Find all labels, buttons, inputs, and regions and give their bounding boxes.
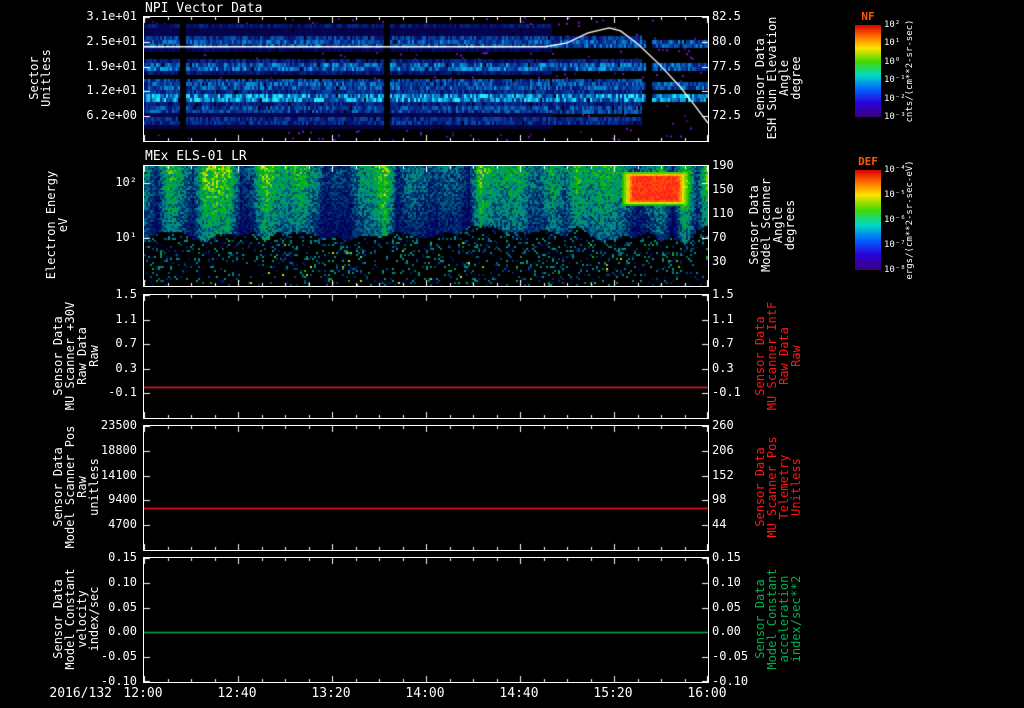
nf-colorbar [855,25,881,117]
colorbar-tick-label: 10⁻⁶ [884,215,906,225]
y-tick-label: 1.2e+01 [86,83,137,98]
colorbar-tick-label: 10² [884,20,901,30]
y-tick-label: 6.2e+00 [86,108,137,123]
def-colorbar-units-label: ergs/(cm**2-sr-sec-eV) [905,160,915,280]
def-colorbar-label: DEF [858,155,878,168]
x-tick-label: 13:20 [311,686,351,701]
els-spectrogram [143,165,709,287]
x-tick-label: 16:00 [687,686,727,701]
def-colorbar [855,170,881,270]
science-plot-stack: NPI Vector Data MEx ELS-01 LR NF DEF cnt… [0,0,1024,708]
nf-colorbar-label: NF [861,10,875,23]
colorbar-tick-label: 10⁻² [884,93,906,104]
model-constant-velocity-line-chart [143,557,709,683]
colorbar-tick-label: 10⁻⁵ [884,190,906,200]
x-tick-label: 14:40 [499,686,539,701]
x-tick-label: 14:00 [405,686,445,701]
npi-spectrogram [143,16,709,142]
colorbar-tick-label: 10⁻⁸ [884,265,906,275]
y-tick-label: 10¹ [115,230,137,244]
colorbar-tick-label: 10⁻¹ [884,75,906,86]
x-tick-label: 12:40 [217,686,257,701]
model-scanner-pos-line-chart [143,425,709,551]
panel-title-npi: NPI Vector Data [145,1,263,16]
y-axis-label: Sensor Data Model Constant velocity index/s… [51,539,101,699]
y-tick-label: 3.1e+01 [86,9,137,23]
right-axis-label-line: index/sec**2 [789,575,803,663]
y-tick-label: 1.9e+01 [86,58,137,73]
colorbar-tick-label: 10¹ [884,38,901,49]
x-tick-label: 15:20 [593,686,633,701]
right-axis-label: Sensor Data Model Constant acceleration ind… [753,539,803,699]
colorbar-tick-label: 10⁻³ [884,112,906,122]
right-axis-label: Sensor Data ESH Sun Elevation Angle degree [753,0,803,158]
colorbar-tick-label: 10⁰ [884,56,901,67]
right-axis-label-line: degree [789,56,803,100]
y-axis-label-line: index/sec [87,586,101,652]
x-tick-label: 12:00 [123,686,163,701]
y-tick-label: 10² [115,174,137,189]
mu-scanner-raw-line-chart [143,294,709,419]
nf-colorbar-units-label: cnts/(cm**2-sr-sec) [905,19,915,123]
panel-title-els: MEx ELS-01 LR [145,149,247,164]
y-tick-label: 2.5e+01 [86,33,137,48]
colorbar-tick-label: 10⁻⁷ [884,240,906,250]
y-axis-label: Sector Unitless [27,0,53,158]
colorbar-tick-label: 10⁻⁴ [884,165,906,175]
y-axis-label-line: Unitless [39,49,53,107]
